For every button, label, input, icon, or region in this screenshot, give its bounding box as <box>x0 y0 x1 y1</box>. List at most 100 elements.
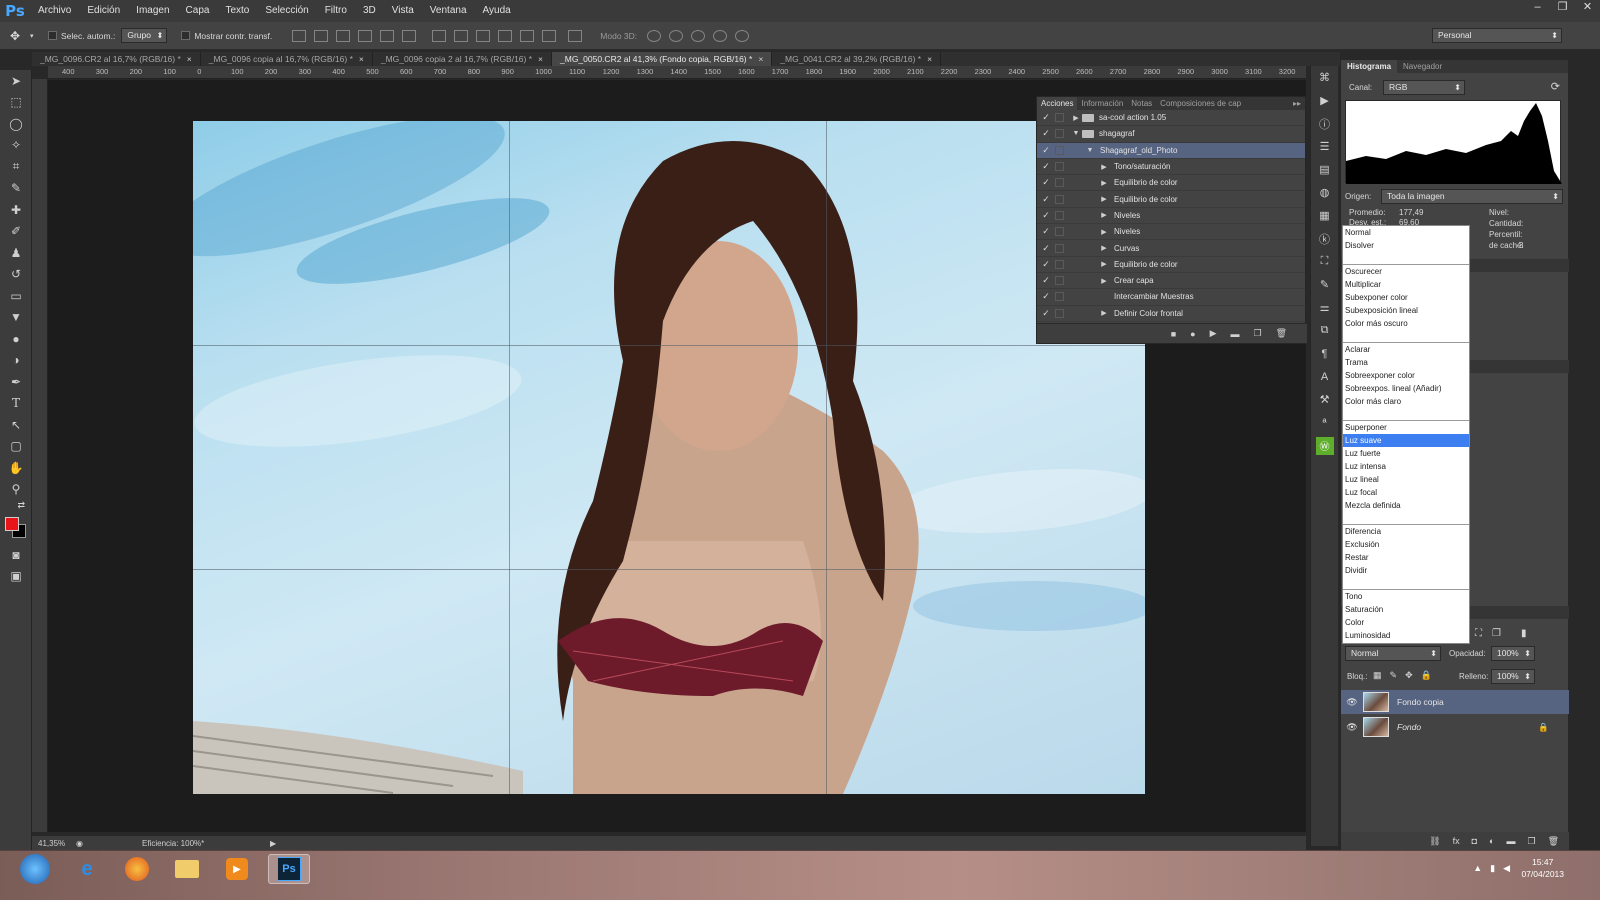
zoom-tool-icon[interactable]: ⚲ <box>0 479 32 501</box>
layer-style-icon[interactable]: fx <box>1453 836 1460 846</box>
pen-tool-icon[interactable]: ✒ <box>0 371 32 393</box>
document-tab[interactable]: _MG_0050.CR2 al 41,3% (Fondo copia, RGB/… <box>552 52 773 66</box>
eyedropper-tool-icon[interactable]: ✎ <box>0 178 32 200</box>
fill-input[interactable]: 100% <box>1491 669 1535 684</box>
blur-tool-icon[interactable]: ● <box>0 328 32 350</box>
tab-navigator[interactable]: Navegador <box>1397 60 1448 73</box>
action-row[interactable]: ✓ ▶ sa-cool action 1.05 <box>1037 110 1305 127</box>
tray-arrow-icon[interactable]: ▲ <box>1473 863 1482 874</box>
visibility-eye-icon[interactable]: 👁 <box>1341 722 1363 733</box>
document-tab[interactable]: _MG_0096 copia al 16,7% (RGB/16) * × <box>201 52 373 66</box>
glyphs-icon[interactable]: ª <box>1311 411 1338 434</box>
action-row[interactable]: ✓ ▶ Equilibrio de color <box>1037 175 1305 192</box>
blend-mode-option[interactable]: Dividir <box>1343 564 1469 577</box>
document-tab[interactable]: _MG_0041.CR2 al 39,2% (RGB/16) * × <box>772 52 942 66</box>
slide-3d-icon[interactable] <box>713 29 728 42</box>
refresh-icon[interactable]: ⟳ <box>1551 80 1560 93</box>
dialog-toggle-box[interactable] <box>1055 162 1064 172</box>
dialog-toggle-box[interactable] <box>1055 194 1064 204</box>
tool-preset-chevron-down-icon[interactable]: ▾ <box>30 32 42 40</box>
menu-item[interactable]: Capa <box>178 0 218 22</box>
lock-all-icon[interactable]: 🔒 <box>1421 670 1432 681</box>
menu-item[interactable]: Texto <box>217 0 257 22</box>
blend-mode-option[interactable]: Normal <box>1343 226 1469 239</box>
collapsed-triangle-icon[interactable]: ▶ <box>1098 228 1110 236</box>
tab-layer-comps[interactable]: Composiciones de cap <box>1156 99 1245 108</box>
collapsed-triangle-icon[interactable]: ▶ <box>1098 277 1110 285</box>
new-set-icon[interactable]: ▬ <box>1230 329 1239 339</box>
taskbar-media-player[interactable]: ▶ <box>216 854 258 884</box>
blend-mode-option[interactable]: Superponer <box>1343 421 1469 434</box>
toggle-check-icon[interactable]: ✓ <box>1037 194 1055 205</box>
toggle-check-icon[interactable]: ✓ <box>1037 275 1055 286</box>
toggle-check-icon[interactable]: ✓ <box>1037 243 1055 254</box>
quick-select-tool-icon[interactable]: ✧ <box>0 135 32 157</box>
color-icon[interactable]: ◍ <box>1311 181 1338 204</box>
distribute-left-icon[interactable] <box>498 29 513 42</box>
action-row[interactable]: ✓ ▶ Tono/saturación <box>1037 159 1305 176</box>
blend-mode-option[interactable]: Luz lineal <box>1343 473 1469 486</box>
blend-mode-option[interactable]: Luminosidad <box>1343 629 1469 642</box>
action-row[interactable]: ✓ ▶ Equilibrio de color <box>1037 191 1305 208</box>
eraser-tool-icon[interactable]: ▭ <box>0 285 32 307</box>
filter-shape-icon[interactable]: ⛶ <box>1475 628 1482 639</box>
menu-item[interactable]: Imagen <box>128 0 177 22</box>
adjustment-layer-icon[interactable]: ◐ <box>1489 836 1494 846</box>
action-row[interactable]: ✓ ▶ Curvas <box>1037 240 1305 257</box>
layer-row[interactable]: 👁 Fondo 🔒 <box>1341 715 1569 739</box>
tab-info[interactable]: Información <box>1077 99 1127 108</box>
info-icon[interactable]: ⓘ <box>1311 112 1338 135</box>
action-row[interactable]: ✓ ▶ Niveles <box>1037 224 1305 241</box>
collapsed-triangle-icon[interactable]: ▶ <box>1098 244 1110 252</box>
swap-colors-icon[interactable]: ⇄ <box>0 500 31 514</box>
quick-mask-icon[interactable]: ◙ <box>0 544 32 566</box>
new-group-icon[interactable]: ▬ <box>1506 836 1515 846</box>
collapsed-triangle-icon[interactable]: ▶ <box>1098 211 1110 219</box>
blend-mode-option[interactable]: Color más claro <box>1343 395 1469 408</box>
roll-3d-icon[interactable] <box>669 29 684 42</box>
crop-tool-icon[interactable]: ⌗ <box>0 156 32 178</box>
align-vcenter-icon[interactable] <box>314 29 329 42</box>
taskbar-clock[interactable]: 15:47 07/04/2013 <box>1521 856 1564 880</box>
menu-item[interactable]: Edición <box>79 0 128 22</box>
document-tab[interactable]: _MG_0096 copia 2 al 16,7% (RGB/16) * × <box>373 52 553 66</box>
layer-comps-icon[interactable]: ▤ <box>1311 158 1338 181</box>
taskbar-photoshop[interactable]: Ps <box>268 854 310 884</box>
menu-item[interactable]: Vista <box>384 0 422 22</box>
marquee-tool-icon[interactable]: ⬚ <box>0 92 32 114</box>
blend-mode-option[interactable]: Sobreexpos. lineal (Añadir) <box>1343 382 1469 395</box>
rotate-3d-icon[interactable] <box>647 29 662 42</box>
play-icon[interactable]: ▶ <box>1210 328 1217 339</box>
channel-select[interactable]: RGB <box>1383 80 1465 95</box>
blend-mode-option[interactable]: Sobreexponer color <box>1343 369 1469 382</box>
align-hcenter-icon[interactable] <box>380 29 395 42</box>
status-info-icon[interactable]: ◉ <box>76 839 92 848</box>
blend-mode-option[interactable]: Luz suave <box>1343 434 1469 447</box>
distribute-bottom-icon[interactable] <box>476 29 491 42</box>
blend-mode-option[interactable]: Restar <box>1343 551 1469 564</box>
show-transform-checkbox[interactable] <box>181 31 191 40</box>
close-tab-icon[interactable]: × <box>359 54 364 64</box>
workspace-select[interactable]: Personal <box>1432 28 1562 43</box>
action-row[interactable]: ✓ ▶ Equilibrio de color <box>1037 257 1305 273</box>
blend-mode-select[interactable]: Normal <box>1345 646 1441 661</box>
dialog-toggle-box[interactable] <box>1055 276 1064 286</box>
visibility-eye-icon[interactable]: 👁 <box>1341 697 1363 708</box>
toggle-check-icon[interactable]: ✓ <box>1037 291 1055 302</box>
distribute-right-icon[interactable] <box>542 29 557 42</box>
dialog-toggle-box[interactable] <box>1055 243 1064 253</box>
blend-mode-option[interactable]: Mezcla definida <box>1343 499 1469 512</box>
record-icon[interactable]: ● <box>1190 329 1195 339</box>
paragraph-icon[interactable]: ¶ <box>1311 342 1338 365</box>
filter-smart-icon[interactable]: ❐ <box>1492 628 1501 639</box>
align-top-icon[interactable] <box>292 29 307 42</box>
tab-histogram[interactable]: Histograma <box>1341 60 1398 73</box>
distribute-top-icon[interactable] <box>432 29 447 42</box>
restore-button[interactable]: ❐ <box>1550 0 1575 16</box>
align-bottom-icon[interactable] <box>336 29 351 42</box>
close-tab-icon[interactable]: × <box>927 54 932 64</box>
collapsed-triangle-icon[interactable]: ▶ <box>1098 163 1110 171</box>
minimize-button[interactable]: – <box>1525 0 1550 16</box>
clone-source-icon[interactable]: ⧉ <box>1311 319 1338 342</box>
filter-toggle-icon[interactable]: ▮ <box>1521 628 1527 639</box>
